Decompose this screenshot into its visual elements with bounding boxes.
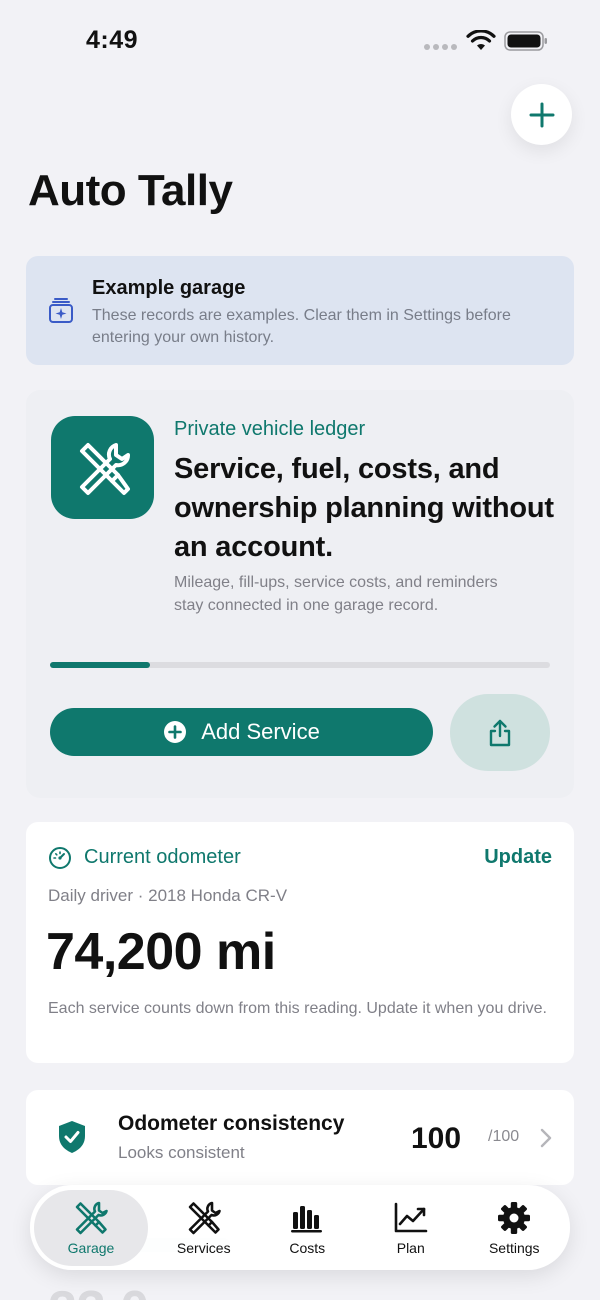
consistency-score: 100 [411, 1122, 462, 1155]
odometer-label: Current odometer [84, 846, 241, 868]
vehicle-name: Daily driver · 2018 Honda CR-V [48, 886, 288, 905]
page-title: Auto Tally [28, 166, 233, 215]
consistency-status: Looks consistent [118, 1143, 245, 1162]
hero-subtext: Mileage, fill-ups, service costs, and re… [174, 574, 498, 614]
update-odometer-button[interactable]: Update [484, 846, 552, 869]
tab-label: Garage [67, 1239, 115, 1256]
tab-label: Settings [488, 1239, 540, 1256]
banner-title: Example garage [92, 277, 246, 299]
hero-card: Private vehicle ledger Service, fuel, co… [26, 390, 574, 798]
signal-dots-icon [424, 44, 458, 50]
tab-garage[interactable]: Garage [34, 1189, 148, 1266]
status-time: 4:49 [86, 26, 139, 54]
tab-bar: Garage Services Costs Plan Settings [30, 1185, 570, 1270]
tab-plan[interactable]: Plan [359, 1190, 463, 1266]
odometer-consistency-card[interactable]: Odometer consistency Looks consistent 10… [26, 1090, 574, 1185]
hero-headline: Service, fuel, costs, and ownership plan… [174, 453, 554, 563]
tools-icon [79, 442, 130, 495]
share-icon [489, 719, 511, 746]
shield-check-icon [59, 1121, 85, 1153]
trend-chart-icon [394, 1202, 428, 1232]
tab-costs[interactable]: Costs [256, 1190, 360, 1266]
add-button[interactable] [511, 84, 572, 145]
sparkle-stack-icon [49, 298, 73, 323]
progress-fill [50, 662, 150, 668]
gear-icon [498, 1201, 531, 1234]
tab-services[interactable]: Services [152, 1190, 256, 1266]
battery-icon [504, 31, 547, 51]
tab-label: Plan [396, 1239, 425, 1256]
tab-label: Services [176, 1239, 231, 1256]
banner-text: These records are examples. Clear them i… [92, 307, 511, 346]
tab-label: Costs [289, 1239, 326, 1256]
consistency-title: Odometer consistency [118, 1112, 345, 1135]
onboarding-progress-bar [50, 662, 550, 668]
share-button[interactable] [450, 694, 550, 771]
app-logo-tile [51, 416, 154, 519]
tab-settings[interactable]: Settings [463, 1190, 567, 1266]
status-bar: 4:49 [0, 0, 600, 80]
plus-circle-icon [164, 721, 187, 743]
consistency-max: /100 [488, 1128, 520, 1145]
odometer-note: Each service counts down from this readi… [48, 1000, 547, 1017]
add-service-button[interactable]: Add Service [50, 708, 433, 756]
peek-value: 23.0 [48, 1280, 149, 1300]
tools-icon [75, 1201, 108, 1234]
speedometer-icon [49, 847, 71, 869]
tools-icon [188, 1201, 221, 1234]
odometer-card: Current odometer Update Daily driver · 2… [26, 822, 574, 1063]
wifi-icon [466, 30, 496, 50]
chevron-right-icon [540, 1128, 552, 1148]
example-garage-banner: Example garage These records are example… [26, 256, 574, 365]
add-service-label: Add Service [201, 719, 320, 744]
hero-kicker: Private vehicle ledger [174, 418, 366, 440]
odometer-value: 74,200 mi [46, 923, 276, 981]
bar-chart-icon [291, 1205, 323, 1232]
plus-icon [529, 102, 554, 127]
